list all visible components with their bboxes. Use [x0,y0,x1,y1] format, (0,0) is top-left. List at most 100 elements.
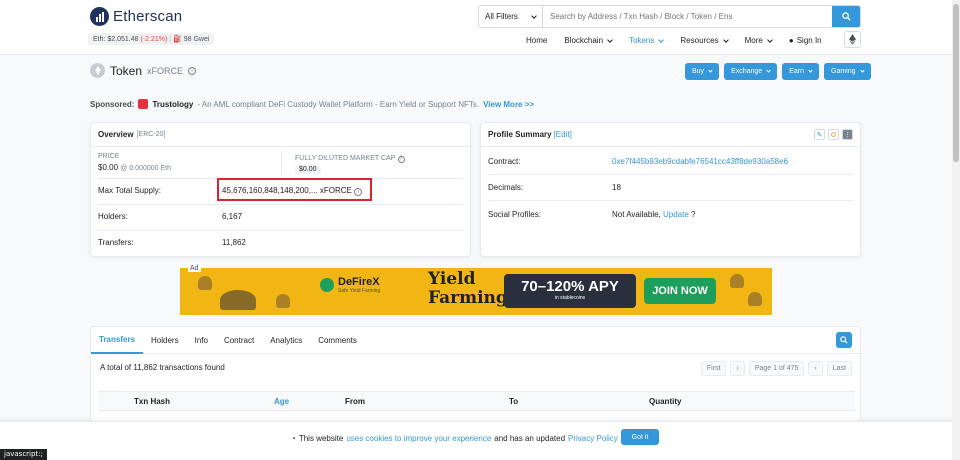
chevron-down-icon [767,36,773,43]
sponsored-banner: Sponsored: Trustology - An AML compliant… [90,99,534,109]
table-header: Txn Hash Age From To Quantity [98,391,855,411]
col-txn-hash: Txn Hash [134,397,171,406]
buy-button[interactable]: Buy [685,63,720,80]
defirex-logo-icon [320,278,334,292]
contract-label: Contract: [488,157,521,166]
ad-headline: Yield Farming [428,270,508,308]
search-icon [840,336,848,344]
edit-link[interactable]: [Edit] [554,130,572,139]
nav-sign-in[interactable]: ● Sign In [789,36,822,45]
ethereum-network-icon[interactable] [844,31,861,48]
chevron-down-icon [722,36,729,43]
nav-tokens-label: Tokens [629,36,655,45]
token-header: Token xFORCE i [90,63,197,78]
info-icon[interactable]: i [188,66,197,75]
nav-resources-label: Resources [680,36,719,45]
gaming-button[interactable]: Gaming [824,63,871,80]
tab-info[interactable]: Info [187,327,216,354]
sponsored-label: Sponsored: [90,99,135,109]
nav-home[interactable]: Home [526,36,547,45]
prev-page-button[interactable]: ‹ [730,361,745,376]
chevron-down-icon [531,12,537,19]
transactions-count: A total of 11,862 transactions found [100,363,225,372]
logo-icon [90,7,109,26]
ad-join-button[interactable]: JOIN NOW [644,278,716,304]
gas-pump-icon: ⛽ [173,36,182,43]
circle-icon[interactable] [828,129,839,140]
divider [488,200,853,201]
chevron-down-icon [708,68,713,73]
social-suffix: ? [691,210,696,219]
ad-brand: DeFireX Safe Yield Farming [320,276,380,294]
update-link[interactable]: Update [663,210,689,219]
question-icon[interactable]: ? [397,155,405,163]
nav-blockchain[interactable]: Blockchain [564,36,613,45]
search-button[interactable] [832,6,860,27]
first-page-button[interactable]: First [700,361,727,376]
ad-decoration [276,294,290,308]
tab-contract[interactable]: Contract [216,327,262,354]
contract-address-link[interactable]: 0xe7f445b93eb9cdabfe76541cc43ff8de930a58… [612,157,788,166]
scrollbar-thumb[interactable] [953,4,959,162]
cookies-link[interactable]: uses cookies to improve your experience [346,434,491,443]
search-filter-select[interactable]: All Filters [479,6,543,27]
exchange-button[interactable]: Exchange [724,63,778,80]
search-filter-label: All Filters [485,12,518,21]
tab-analytics[interactable]: Analytics [262,327,310,354]
profile-summary-card: Profile Summary [Edit] ✎ ⋮ Contract: 0xe… [480,122,861,257]
view-more-link[interactable]: View More >> [483,100,534,109]
privacy-policy-link[interactable]: Privacy Policy [568,434,618,443]
eth-price: Eth: $2,051.48 [93,36,139,43]
nav-resources[interactable]: Resources [680,36,729,45]
tab-transfers[interactable]: Transfers [91,327,144,354]
nav-sign-in-label: Sign In [796,36,822,45]
chevron-down-icon [859,68,865,73]
col-age[interactable]: Age [274,397,289,406]
chevron-down-icon [658,36,665,43]
pagination: First ‹ Page 1 of 475 › Last [700,361,852,376]
buy-label: Buy [692,68,705,75]
cookie-text-1: This website [298,434,344,443]
ad-headline-1: Yield [428,269,476,289]
more-vertical-icon[interactable]: ⋮ [842,129,853,140]
eth-price-badge: Eth: $2,051.48 (-2.21%) | ⛽ 98 Gwei [88,33,215,45]
fdmc-row: $0.00 [295,164,321,174]
etherscan-logo[interactable]: Etherscan [90,7,182,26]
overview-header: Overview [ERC-20] [91,123,470,147]
last-page-button[interactable]: Last [826,361,852,376]
gas-price[interactable]: 98 Gwei [184,36,210,43]
earn-button[interactable]: Earn [782,63,819,80]
token-ethereum-icon [90,63,105,78]
chevron-down-icon [607,36,613,43]
sponsor-name[interactable]: Trustology [152,100,193,109]
sponsor-text: - An AML compliant DeFi Custody Wallet P… [197,99,480,109]
ad-banner[interactable]: DeFireX Safe Yield Farming Yield Farming… [180,268,772,315]
ad-tag: Ad [188,265,201,272]
tab-holders[interactable]: Holders [143,327,187,354]
nav-home-label: Home [526,36,548,45]
got-it-button[interactable]: Got it [621,429,659,445]
page-indicator: Page 1 of 475 [748,361,805,376]
tab-bar: Transfers Holders Info Contract Analytic… [91,327,860,354]
tools-icon[interactable]: ✎ [814,129,825,140]
search-icon [841,12,851,21]
ad-decoration [748,292,762,306]
nav-more[interactable]: More [745,36,773,45]
filter-search-button[interactable] [836,332,852,348]
tab-comments[interactable]: Comments [310,327,365,354]
trustology-logo-icon [138,99,149,109]
earn-label: Earn [789,68,804,75]
profile-icons: ✎ ⋮ [814,129,853,140]
divider [488,174,853,175]
nav-tokens[interactable]: Tokens [629,36,665,45]
ad-brand-name: DeFireX [338,276,380,288]
search-input[interactable] [543,6,832,27]
ad-brand-sub: Safe Yield Farming [338,288,381,294]
exchange-label: Exchange [731,68,763,75]
ad-decoration [220,290,256,310]
page-scrollbar[interactable] [952,0,960,460]
profile-header: Profile Summary [Edit] [481,123,860,147]
next-page-button[interactable]: › [808,361,823,376]
token-actions: Buy Exchange Earn Gaming [685,63,871,80]
overview-title: Overview [98,130,134,139]
